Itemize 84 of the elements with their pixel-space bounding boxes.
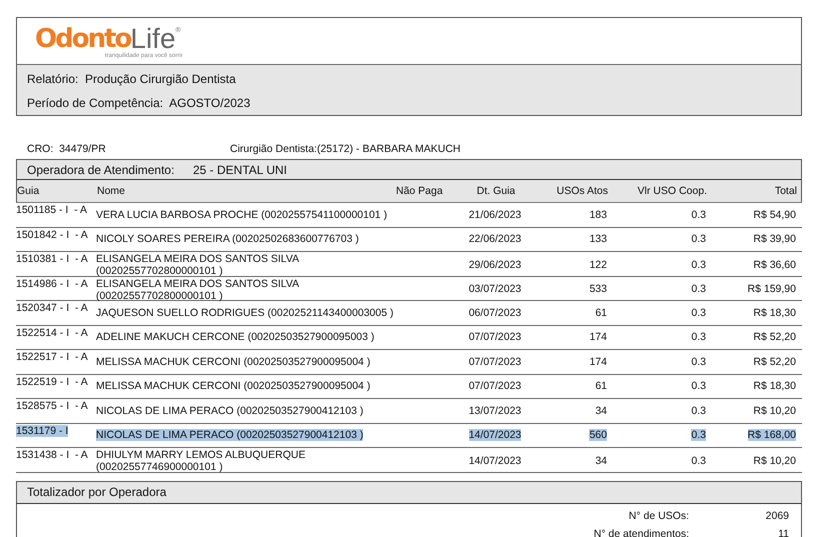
table-cell: 1514986 - I - A <box>16 278 88 290</box>
table-cell: R$ 52,20 <box>753 356 796 368</box>
table-cell: 1522517 - I - A <box>16 351 88 363</box>
table-cell: 07/07/2023 <box>468 331 522 344</box>
table-cell: NICOLAS DE LIMA PERACO (00202503527900412103 ) <box>96 429 364 442</box>
table-cell: R$ 10,20 <box>753 404 796 417</box>
table-cell: 0.3 <box>691 454 706 466</box>
table-cell: 1522514 - I - A <box>16 326 88 338</box>
table-cell: NICOLAS DE LIMA PERACO (00202503527900412103 ) <box>96 404 364 417</box>
total-label: N° de atendimentos: <box>594 528 689 537</box>
cro-text: CRO: 34479/PR <box>27 143 107 155</box>
table-cell: 1528575 - I - A <box>16 400 88 412</box>
table-cell: 174 <box>589 331 607 344</box>
table-cell: 1531179 - I <box>16 424 68 436</box>
table-cell: 133 <box>589 233 607 246</box>
table-cell: R$ 159,90 <box>748 283 796 295</box>
operator-value: 25 - DENTAL UNI <box>193 162 288 176</box>
table-cell: R$ 39,90 <box>753 233 796 246</box>
table-cell: 560 <box>589 429 607 442</box>
column-header: Total <box>774 185 798 197</box>
operator-label: Operadora de Atendimento: <box>27 162 176 176</box>
table-cell: 1522519 - I - A <box>16 376 88 388</box>
table-cell: 61 <box>595 380 607 392</box>
table-cell: 122 <box>589 258 607 270</box>
table-cell: 13/07/2023 <box>468 404 522 417</box>
table-cell: 0.3 <box>691 208 706 221</box>
column-header: USOs Atos <box>556 185 609 197</box>
table-cell: 21/06/2023 <box>468 208 522 221</box>
table-cell: R$ 36,60 <box>753 258 796 270</box>
column-header: Não Paga <box>396 185 444 197</box>
table-cell: MELISSA MACHUK CERCONI (00202503527900095004 ) <box>96 356 370 368</box>
column-header: Vlr USO Coop. <box>636 185 708 197</box>
total-value: 11 <box>778 528 789 537</box>
table-cell: 174 <box>589 356 607 368</box>
table-cell: 0.3 <box>691 233 706 246</box>
table-cell: 1531438 - I - A <box>16 449 88 461</box>
period-text: Período de Competência: AGOSTO/2023 <box>27 95 252 111</box>
table-cell: NICOLY SOARES PEREIRA (00202502683600776703 ) <box>96 233 359 246</box>
table-cell: 183 <box>589 208 607 221</box>
table-cell: 533 <box>589 283 607 295</box>
table-cell: ADELINE MAKUCH CERCONE (00202503527900095003 ) <box>96 331 374 344</box>
total-value: 2069 <box>766 510 789 522</box>
table-cell: DHIULYM MARRY LEMOS ALBUQUERQUE (00202557746900000101 ) <box>96 449 306 473</box>
dentist-text: Cirurgião Dentista:(25172) - BARBARA MAKUCH <box>230 143 460 155</box>
table-cell: 34 <box>595 454 607 466</box>
table-cell: 22/06/2023 <box>468 233 522 246</box>
table-cell: 14/07/2023 <box>468 454 522 466</box>
column-header: Dt. Guia <box>476 185 516 197</box>
table-cell: 0.3 <box>691 283 706 295</box>
table-cell: ELISANGELA MEIRA DOS SANTOS SILVA (00202557702800000101 ) <box>96 253 298 277</box>
table-cell: 1501185 - I - A <box>16 204 88 216</box>
column-header: Guia <box>17 185 40 197</box>
table-cell: 61 <box>595 306 607 319</box>
table-cell: MELISSA MACHUK CERCONI (00202503527900095004 ) <box>96 380 370 392</box>
table-cell: 0.3 <box>691 258 706 270</box>
table-cell: 1520347 - I - A <box>16 302 88 314</box>
table-cell: 14/07/2023 <box>468 429 522 442</box>
table-cell: 1510381 - I - A <box>16 253 88 265</box>
table-cell: R$ 52,20 <box>753 331 796 344</box>
table-cell: VERA LUCIA BARBOSA PROCHE (00202557541100000101 ) <box>96 208 388 221</box>
column-header: Nome <box>97 185 126 197</box>
table-cell: 0.3 <box>691 306 706 319</box>
table-cell: 29/06/2023 <box>468 258 522 270</box>
table-cell: R$ 168,00 <box>748 429 796 442</box>
table-cell: 07/07/2023 <box>468 380 522 392</box>
table-cell: R$ 18,30 <box>753 306 796 319</box>
table-cell: 0.3 <box>691 331 706 344</box>
report-title: Relatório: Produção Cirurgião Dentista <box>27 71 237 87</box>
table-cell: 0.3 <box>691 429 706 442</box>
table-cell: JAQUESON SUELLO RODRIGUES (00202521143400003005 ) <box>96 306 394 319</box>
table-cell: 03/07/2023 <box>468 283 522 295</box>
table-cell: ELISANGELA MEIRA DOS SANTOS SILVA (00202557702800000101 ) <box>96 278 298 302</box>
table-cell: 1501842 - I - A <box>16 228 88 240</box>
total-label: N° de USOs: <box>628 510 689 522</box>
table-cell: 06/07/2023 <box>468 306 522 319</box>
table-cell: 07/07/2023 <box>468 356 522 368</box>
table-cell: 0.3 <box>691 380 706 392</box>
totals-title: Totalizador por Operadora <box>27 485 166 499</box>
table-cell: R$ 18,30 <box>753 380 796 392</box>
table-cell: 0.3 <box>691 404 706 417</box>
table-cell: 34 <box>595 404 607 417</box>
table-cell: R$ 54,90 <box>753 208 796 221</box>
table-cell: R$ 10,20 <box>753 454 796 466</box>
table-cell: 0.3 <box>691 356 706 368</box>
